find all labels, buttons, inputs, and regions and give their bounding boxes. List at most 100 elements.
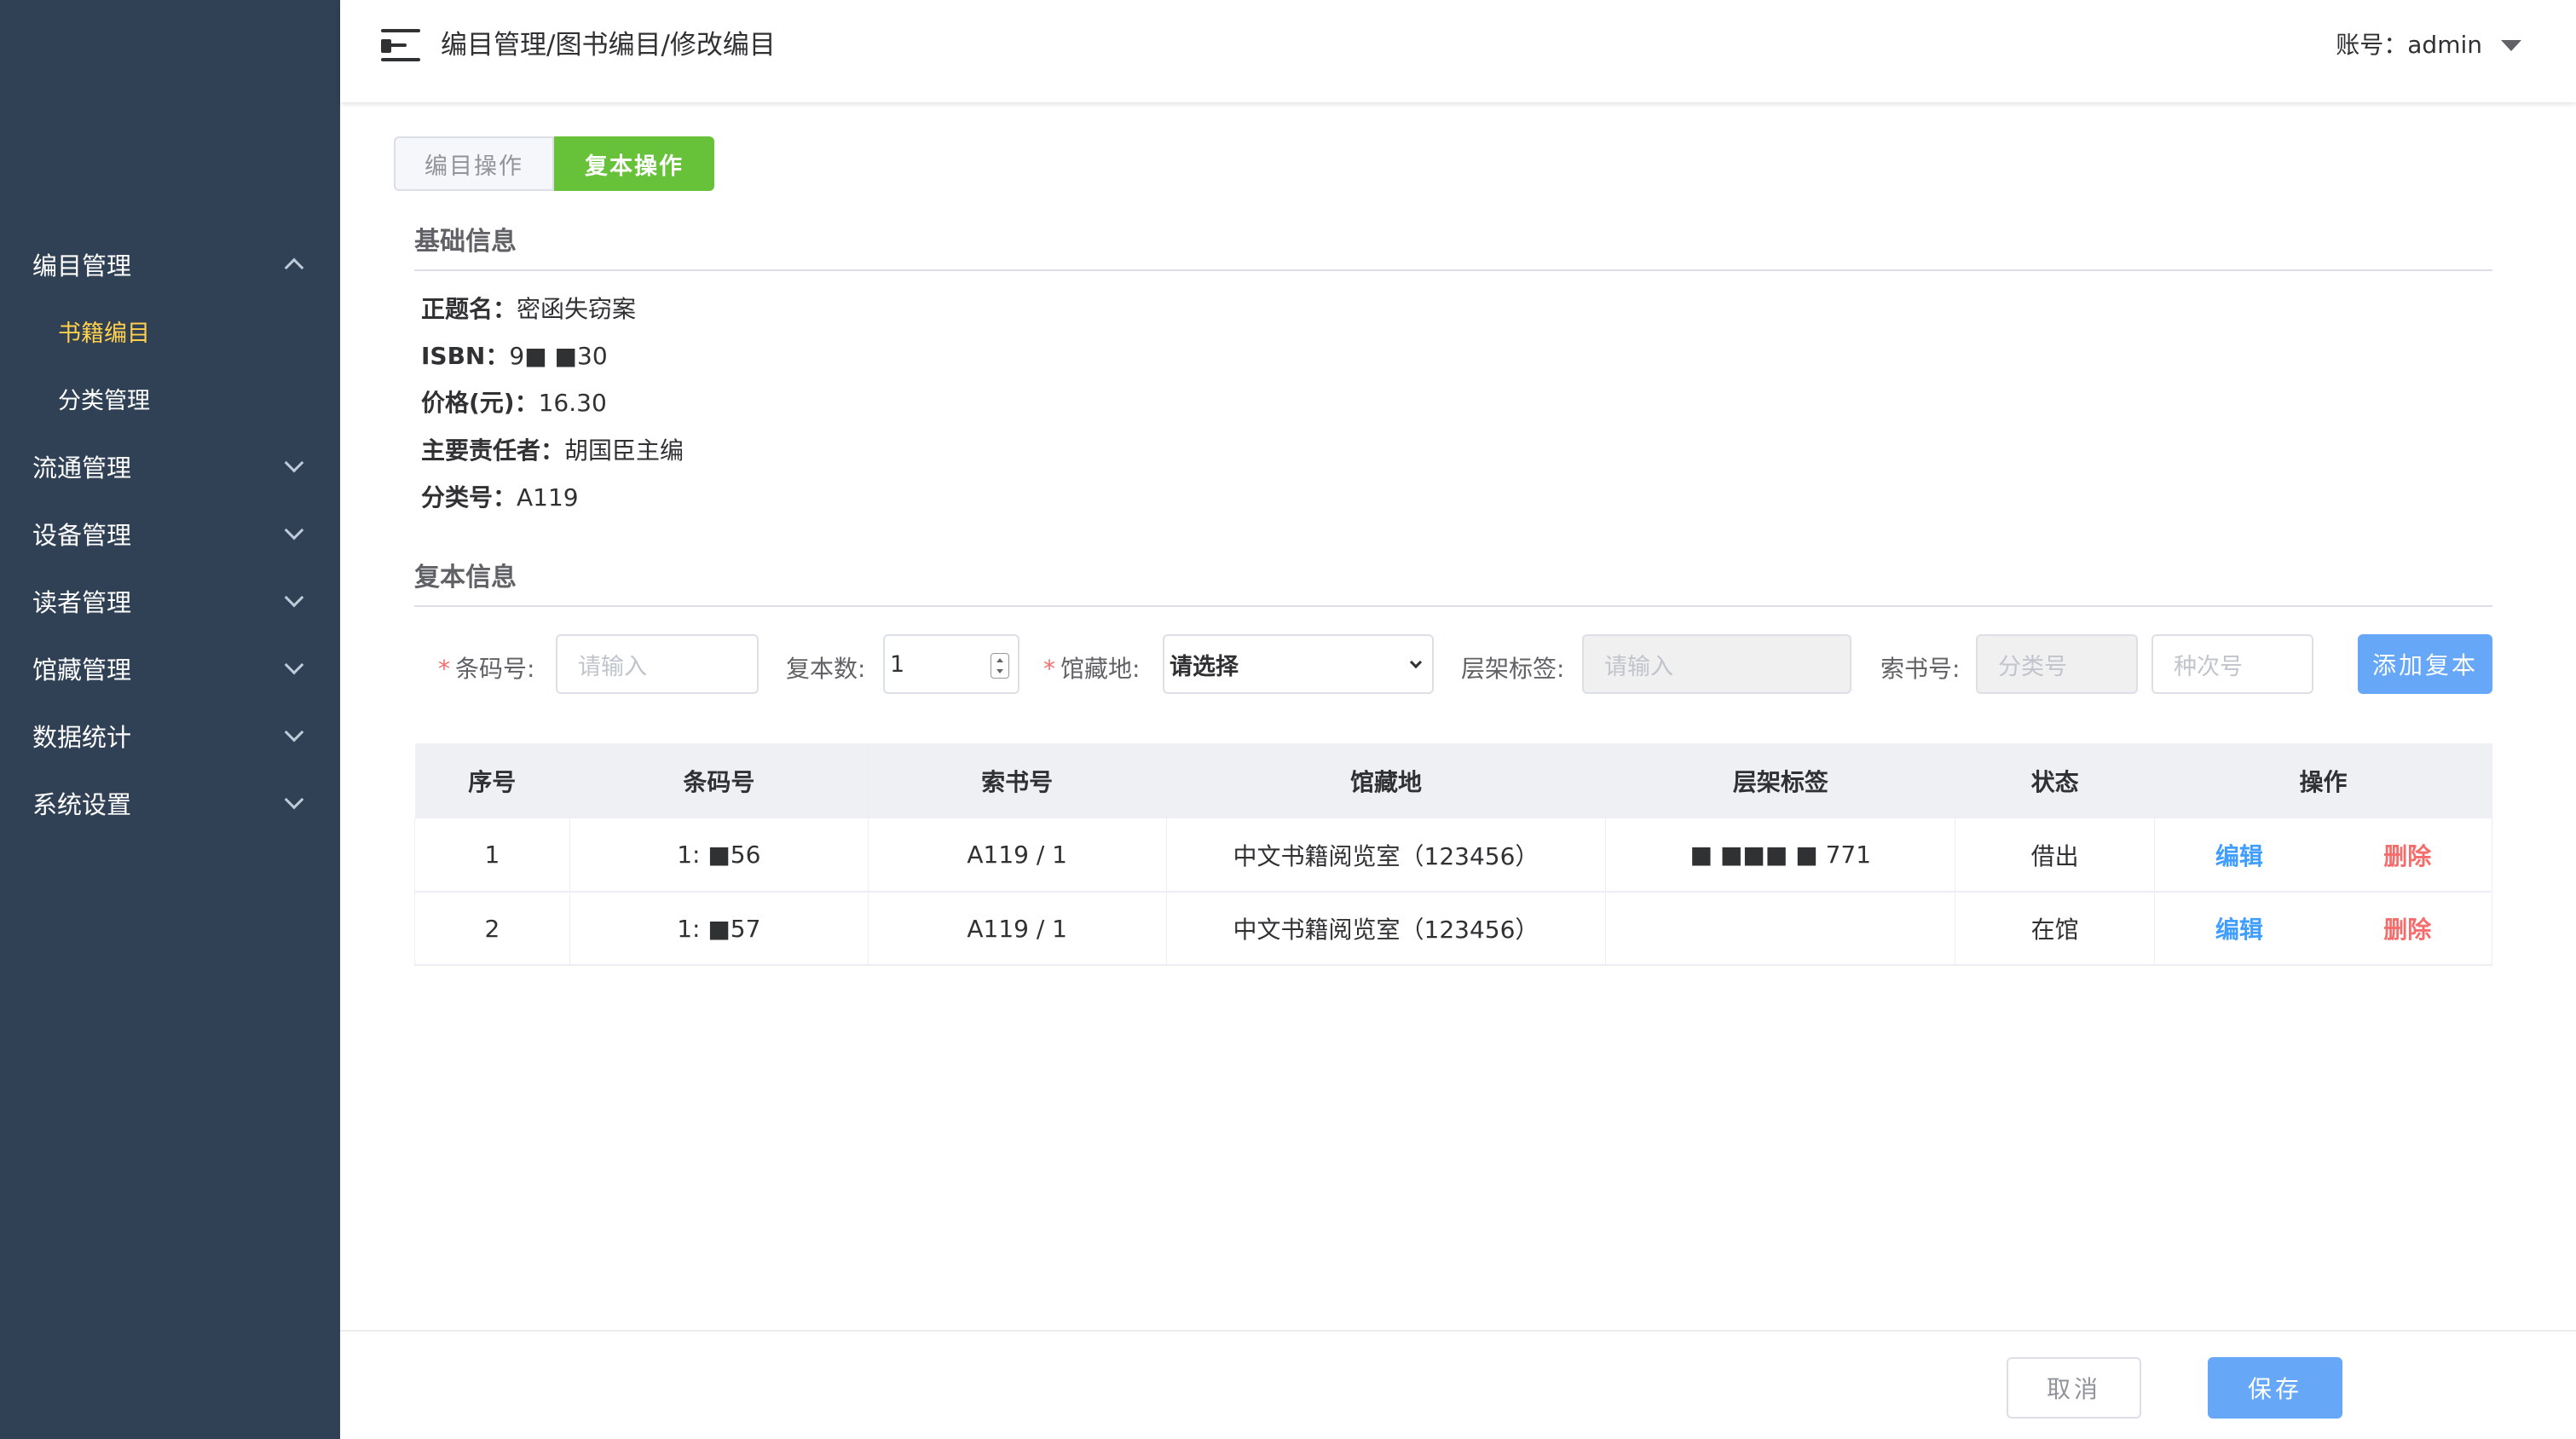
cell-status: 借出	[1955, 818, 2156, 893]
table-header-row: 序号 条码号 索书号 馆藏地 层架标签 状态 操作	[414, 743, 2492, 818]
shelf-placeholder: 请输入	[1604, 653, 1673, 680]
shelf-input[interactable]: 请输入	[1582, 634, 1851, 694]
callno-label: 索书号:	[1880, 655, 1961, 683]
chevron-down-icon	[284, 453, 304, 472]
cell-no: 1	[414, 818, 570, 893]
divider	[414, 269, 2492, 271]
delete-button[interactable]: 删除	[2383, 838, 2431, 872]
class-number-input[interactable]: 分类号	[1976, 634, 2138, 694]
edit-button[interactable]: 编辑	[2215, 911, 2263, 945]
info-isbn: ISBN：9■ ■30	[421, 335, 608, 378]
sequence-number-input[interactable]: 种次号	[2151, 634, 2313, 694]
location-select-value: 请选择	[1170, 653, 1239, 680]
account-menu[interactable]: 账号： admin	[2336, 24, 2521, 66]
account-label: 账号：	[2336, 31, 2408, 59]
chevron-down-icon	[284, 587, 304, 607]
sidebar-item-label: 流通管理	[32, 453, 132, 483]
sidebar-item-catalog[interactable]: 编目管理	[0, 230, 340, 298]
top-header: 编目管理/图书编目/修改编目 账号： admin	[340, 0, 2576, 102]
sidebar-subitem-category[interactable]: 分类管理	[0, 365, 340, 432]
column-header: 索书号	[868, 743, 1167, 818]
cell-no: 2	[414, 892, 570, 966]
shelf-label: 层架标签:	[1461, 655, 1565, 683]
column-header: 条码号	[569, 743, 869, 818]
tab-copy-operation[interactable]: 复本操作	[554, 136, 714, 191]
sidebar-item-reader[interactable]: 读者管理	[0, 567, 340, 634]
delete-button[interactable]: 删除	[2383, 911, 2431, 945]
barcode-label: * 条码号:	[438, 655, 535, 683]
location-label: * 馆藏地:	[1043, 655, 1141, 683]
sidebar-item-label: 馆藏管理	[32, 655, 132, 685]
chevron-down-icon	[284, 655, 304, 674]
info-value: 16.30	[538, 389, 607, 417]
cell-actions: 编辑 删除	[2154, 818, 2492, 893]
column-header: 序号	[414, 743, 570, 818]
column-header: 馆藏地	[1166, 743, 1607, 818]
sidebar-item-label: 编目管理	[32, 251, 132, 280]
info-title: 正题名：密函失窃案	[421, 288, 636, 331]
sidebar-item-label: 系统设置	[32, 789, 132, 819]
operation-tabs: 编目操作 复本操作	[394, 136, 714, 191]
info-key: 分类号：	[421, 483, 517, 511]
chevron-down-icon	[284, 789, 304, 809]
info-key: 主要责任者：	[421, 436, 565, 465]
column-header: 状态	[1955, 743, 2156, 818]
info-value: 胡国臣主编	[564, 436, 684, 465]
info-value: 密函失窃案	[517, 295, 637, 323]
location-select[interactable]: 请选择	[1163, 634, 1434, 694]
barcode-placeholder: 请输入	[578, 653, 647, 680]
sidebar-item-label: 数据统计	[32, 722, 132, 752]
basic-info-title: 基础信息	[414, 227, 517, 257]
sidebar-item-label: 读者管理	[32, 587, 132, 617]
cell-actions: 编辑 删除	[2154, 892, 2492, 966]
cell-location: 中文书籍阅览室（123456）	[1165, 892, 1607, 966]
info-value: 9■ ■30	[509, 342, 608, 370]
cell-barcode: 1: ■57	[569, 892, 869, 966]
column-header: 层架标签	[1605, 743, 1956, 818]
sidebar-item-statistics[interactable]: 数据统计	[0, 702, 340, 769]
cell-status: 在馆	[1955, 892, 2156, 966]
cell-barcode: 1: ■56	[569, 818, 869, 893]
barcode-input[interactable]: 请输入	[556, 634, 759, 694]
cell-shelf: ■ ■■■ ■ 771	[1605, 818, 1956, 893]
footer-divider	[340, 1330, 2576, 1332]
stepper-arrows-icon[interactable]	[991, 653, 1009, 679]
tab-catalog-operation[interactable]: 编目操作	[394, 136, 554, 191]
cell-shelf	[1605, 892, 1956, 966]
sequence-number-placeholder: 种次号	[2174, 653, 2243, 680]
edit-button[interactable]: 编辑	[2215, 838, 2263, 872]
add-copy-button[interactable]: 添加复本	[2358, 634, 2492, 694]
sidebar-item-settings[interactable]: 系统设置	[0, 769, 340, 836]
cell-callno: A119 / 1	[867, 818, 1167, 893]
sidebar-subitem-label: 书籍编目	[58, 321, 150, 347]
sidebar: 编目管理 书籍编目 分类管理 流通管理 设备管理 读者管理 馆藏管理 数据统计	[0, 0, 340, 1439]
copy-count-stepper[interactable]: 1	[883, 634, 1019, 694]
info-key: ISBN：	[421, 342, 510, 370]
info-author: 主要责任者：胡国臣主编	[421, 430, 684, 472]
sidebar-item-collection[interactable]: 馆藏管理	[0, 634, 340, 702]
sidebar-item-circulation[interactable]: 流通管理	[0, 432, 340, 500]
sidebar-item-device[interactable]: 设备管理	[0, 500, 340, 567]
cancel-button[interactable]: 取消	[2007, 1357, 2141, 1419]
info-value: A119	[517, 483, 579, 511]
info-price: 价格(元)：16.30	[421, 382, 607, 425]
column-header: 操作	[2154, 743, 2492, 818]
chevron-up-icon	[284, 257, 304, 277]
sidebar-subitem-label: 分类管理	[58, 388, 150, 414]
sidebar-subitem-book-catalog[interactable]: 书籍编目	[0, 298, 340, 365]
breadcrumb: 编目管理/图书编目/修改编目	[441, 30, 776, 61]
chevron-down-icon	[284, 520, 304, 540]
account-name: admin	[2407, 31, 2482, 59]
save-button[interactable]: 保存	[2208, 1357, 2342, 1419]
class-number-placeholder: 分类号	[1998, 653, 2067, 680]
table-row: 2 1: ■57 A119 / 1 中文书籍阅览室（123456） 在馆 编辑 …	[414, 892, 2492, 966]
count-label: 复本数:	[786, 655, 866, 683]
copies-table: 序号 条码号 索书号 馆藏地 层架标签 状态 操作 1 1: ■56 A119 …	[414, 743, 2492, 966]
sidebar-menu: 编目管理 书籍编目 分类管理 流通管理 设备管理 读者管理 馆藏管理 数据统计	[0, 230, 340, 836]
info-key: 正题名：	[421, 295, 517, 323]
copy-info-title: 复本信息	[414, 563, 517, 592]
divider	[414, 605, 2492, 607]
caret-down-icon[interactable]	[2501, 39, 2521, 51]
table-row: 1 1: ■56 A119 / 1 中文书籍阅览室（123456） ■ ■■■ …	[414, 818, 2492, 893]
menu-toggle-icon[interactable]	[381, 29, 422, 63]
